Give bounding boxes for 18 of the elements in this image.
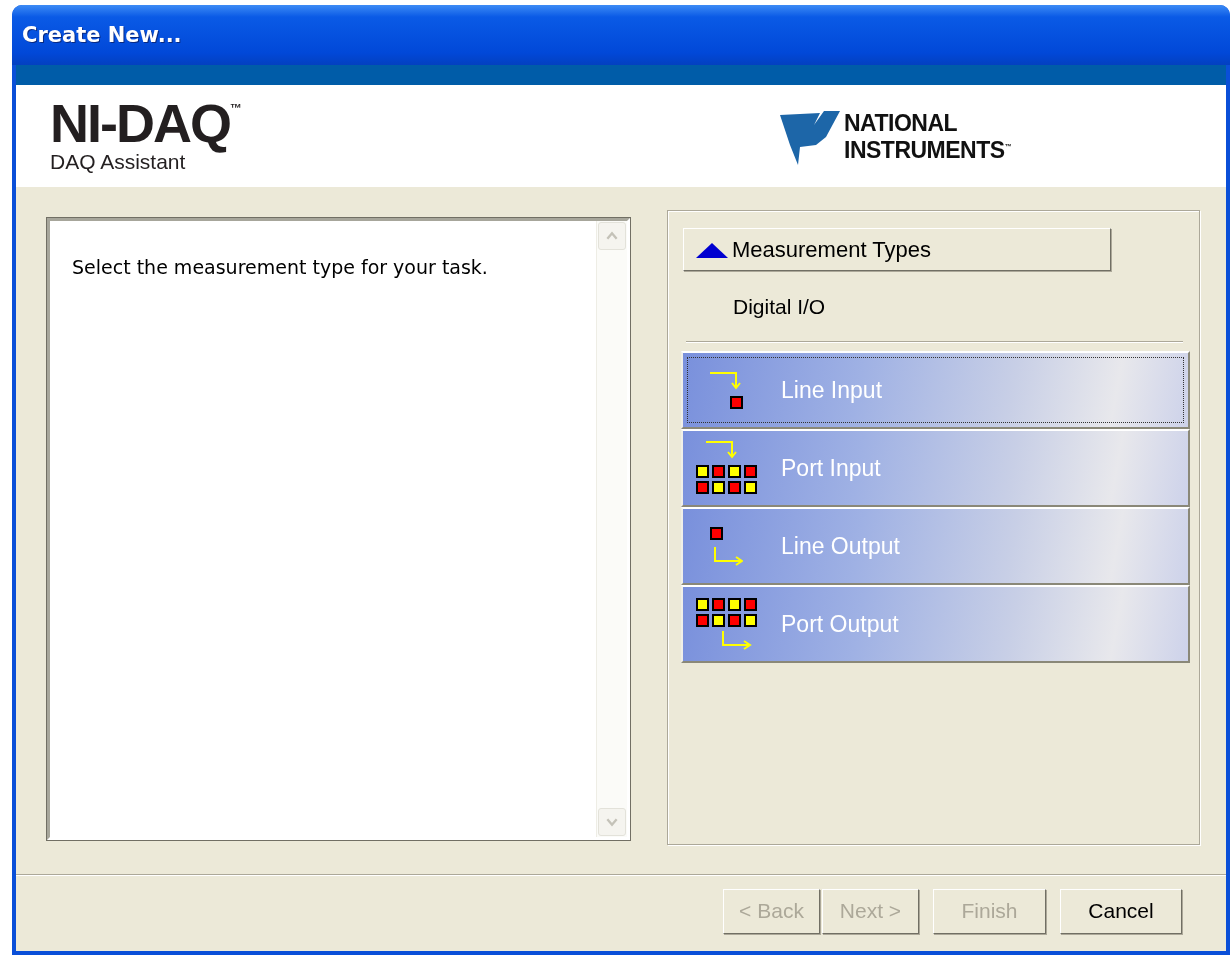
port-input-icon bbox=[695, 441, 757, 495]
measurement-type-item[interactable]: Port Output bbox=[681, 585, 1190, 663]
wizard-button[interactable]: Cancel bbox=[1060, 888, 1182, 934]
scrollbar[interactable] bbox=[596, 221, 627, 837]
company-name: NATIONAL INSTRUMENTS$^{™}$ bbox=[844, 110, 1012, 162]
measurement-types-button[interactable]: Measurement Types bbox=[683, 228, 1111, 271]
measurement-type-item[interactable]: Port Input bbox=[681, 429, 1190, 507]
port-output-icon bbox=[695, 597, 757, 651]
measurement-type-item[interactable]: Line Output bbox=[681, 507, 1190, 585]
scroll-up-icon[interactable] bbox=[598, 222, 626, 250]
help-text: Select the measurement type for your task. bbox=[71, 255, 489, 280]
line-input-icon bbox=[708, 371, 744, 409]
category-label: Digital I/O bbox=[733, 295, 826, 319]
measurement-type-item[interactable]: Line Input bbox=[681, 351, 1190, 429]
triangle-up-icon bbox=[696, 241, 728, 258]
window-title: Create New... bbox=[22, 23, 182, 47]
scroll-down-icon[interactable] bbox=[598, 808, 626, 836]
line-output-icon bbox=[709, 525, 743, 567]
